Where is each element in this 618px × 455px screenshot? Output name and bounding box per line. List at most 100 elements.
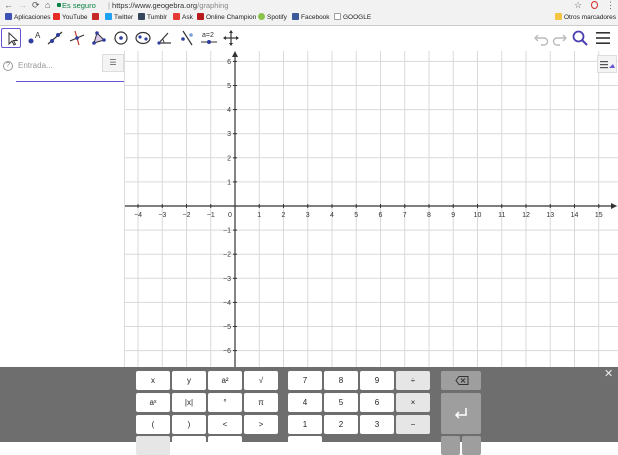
- opera-icon[interactable]: [591, 1, 598, 9]
- x-tick-label: −2: [183, 212, 191, 219]
- url-path: /graphing: [197, 1, 229, 10]
- point-tool[interactable]: A: [24, 28, 44, 48]
- url-domain: https://www.geogebra.org: [112, 1, 198, 10]
- y-tick-label: 3: [227, 131, 231, 138]
- angle-icon: [157, 32, 171, 45]
- key-9[interactable]: |x|: [172, 393, 206, 412]
- key-blank-1[interactable]: [172, 436, 206, 455]
- backspace-key[interactable]: [441, 371, 481, 390]
- y-tick-label: 4: [227, 107, 231, 114]
- y-tick-label: 2: [227, 155, 231, 162]
- bookmark-tumblr[interactable]: Tumblr: [138, 13, 167, 23]
- perpendicular-icon: [69, 30, 85, 46]
- home-icon[interactable]: ⌂: [45, 0, 50, 11]
- slider-tool[interactable]: a=2: [198, 28, 220, 48]
- x-tick-label: −4: [134, 212, 142, 219]
- perpendicular-tool[interactable]: [67, 28, 87, 48]
- move-tool[interactable]: [1, 28, 21, 48]
- right-arrow-key[interactable]: [462, 436, 481, 455]
- bookmark-youtube[interactable]: YouTube: [53, 13, 88, 23]
- x-tick-label: 13: [546, 212, 554, 219]
- bookmark-other[interactable]: Otros marcadores: [555, 13, 616, 23]
- undo-button[interactable]: [531, 28, 551, 48]
- key-21[interactable]: 2: [324, 415, 358, 434]
- algebra-menu-icon[interactable]: ☰: [102, 54, 124, 72]
- x-tick-label: 2: [282, 212, 286, 219]
- menu-icon: [596, 32, 610, 44]
- polygon-tool[interactable]: [89, 28, 109, 48]
- bookmark-google[interactable]: GOOGLE: [334, 13, 371, 23]
- input-bar[interactable]: Entrada...: [18, 61, 53, 70]
- y-tick-label: −2: [223, 252, 231, 259]
- key-7[interactable]: ÷: [396, 371, 430, 390]
- undo-icon: [534, 34, 549, 46]
- key-10[interactable]: °: [208, 393, 242, 412]
- style-bar-icon: [600, 61, 615, 69]
- redo-button[interactable]: [550, 28, 570, 48]
- bookmark-flag[interactable]: [92, 13, 101, 23]
- key-19[interactable]: >: [244, 415, 278, 434]
- circle-tool[interactable]: [111, 28, 131, 48]
- y-tick-label: −1: [223, 228, 231, 235]
- key-blank-2[interactable]: [208, 436, 242, 455]
- move-graphics-tool[interactable]: [221, 28, 241, 48]
- help-icon[interactable]: ?: [3, 61, 13, 71]
- ellipse-tool[interactable]: [133, 28, 153, 48]
- key-11[interactable]: π: [244, 393, 278, 412]
- y-tick-label: −6: [223, 348, 231, 355]
- key-6[interactable]: 9: [360, 371, 394, 390]
- key-1[interactable]: y: [172, 371, 206, 390]
- graphics-view[interactable]: −4 −3 −2 −1 0 1 2 3 4 5 6 7 8 9 10 11 12 13 14 15654321−1−2…: [125, 51, 618, 367]
- search-button[interactable]: [570, 28, 590, 48]
- line-icon: [47, 31, 63, 45]
- key-3[interactable]: √: [244, 371, 278, 390]
- forward-icon[interactable]: →: [18, 0, 27, 11]
- menu-icon[interactable]: ⋮: [606, 0, 615, 11]
- twitter-icon: [105, 13, 112, 20]
- bookmark-twitter[interactable]: Twitter: [105, 13, 133, 23]
- reflect-tool[interactable]: [177, 28, 197, 48]
- angle-tool[interactable]: [155, 28, 175, 48]
- reload-icon[interactable]: ⟳: [32, 0, 40, 11]
- graphics-style-bar-button[interactable]: [597, 55, 617, 73]
- key-8[interactable]: aˣ: [136, 393, 170, 412]
- left-arrow-key[interactable]: [441, 436, 460, 455]
- key-0[interactable]: x: [136, 371, 170, 390]
- bookmark-facebook[interactable]: Facebook: [292, 13, 330, 23]
- key-17[interactable]: ): [172, 415, 206, 434]
- key-22[interactable]: 3: [360, 415, 394, 434]
- back-icon[interactable]: ←: [4, 0, 13, 11]
- key-23[interactable]: −: [396, 415, 430, 434]
- bookmark-aplicaciones[interactable]: Aplicaciones: [5, 13, 51, 23]
- flag-icon: [92, 13, 99, 20]
- star-icon[interactable]: ☆: [574, 0, 582, 11]
- keyboard-switch-key[interactable]: [136, 436, 170, 455]
- secure-label: Es seguro: [62, 1, 96, 10]
- virtual-keyboard: ✕ x y a² √ 7 8 9 ÷ aˣ |x| ° π 4 5 6 × () < >1 2 3−: [0, 367, 618, 455]
- key-20[interactable]: 1: [288, 415, 322, 434]
- key-4[interactable]: 7: [288, 371, 322, 390]
- key-15[interactable]: ×: [396, 393, 430, 412]
- url-field[interactable]: | https://www.geogebra.org/graphing: [108, 0, 228, 11]
- main-menu-button[interactable]: [593, 28, 613, 48]
- key-2[interactable]: a²: [208, 371, 242, 390]
- bookmark-spotify[interactable]: Spotify: [258, 13, 287, 23]
- y-tick-label: 5: [227, 83, 231, 90]
- close-icon[interactable]: ✕: [604, 368, 613, 380]
- polygon-icon: [92, 31, 106, 45]
- key-5[interactable]: 8: [324, 371, 358, 390]
- bookmark-online-champion[interactable]: Online Champion: [197, 13, 256, 23]
- key-16[interactable]: (: [136, 415, 170, 434]
- key-13[interactable]: 5: [324, 393, 358, 412]
- slider-icon: a=2: [201, 32, 217, 44]
- enter-key[interactable]: [441, 393, 481, 434]
- key-18[interactable]: <: [208, 415, 242, 434]
- y-tick-label: −4: [223, 300, 231, 307]
- key-12[interactable]: 4: [288, 393, 322, 412]
- key-blank-3[interactable]: [288, 436, 322, 455]
- line-tool[interactable]: [45, 28, 65, 48]
- key-14[interactable]: 6: [360, 393, 394, 412]
- y-tick-label: 1: [227, 179, 231, 186]
- x-tick-label: 3: [306, 212, 310, 219]
- bookmark-ask[interactable]: Ask: [173, 13, 193, 23]
